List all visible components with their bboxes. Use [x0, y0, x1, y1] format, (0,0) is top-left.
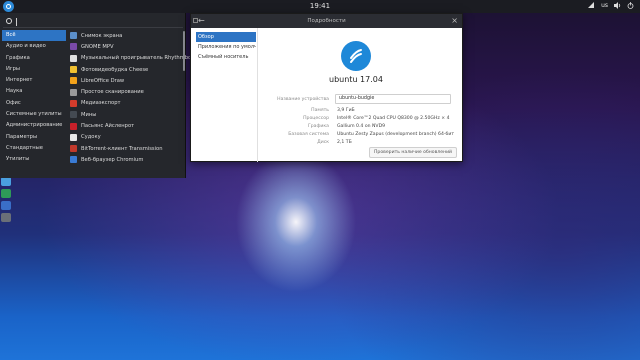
app-item[interactable]: Простое сканирование	[70, 86, 182, 97]
detail-value: Intel® Core™2 Quad CPU Q8300 @ 2.50GHz ×…	[337, 116, 450, 121]
chromium-icon	[70, 156, 77, 164]
draw-icon	[70, 77, 77, 85]
mpv-icon	[70, 43, 77, 51]
detail-value: Gallium 0.4 on NVD9	[337, 124, 386, 129]
dock-app-icon[interactable]	[1, 213, 11, 222]
power-icon[interactable]	[627, 2, 634, 9]
detail-label: Процессор	[303, 116, 329, 121]
menu-category[interactable]: Стандартные	[2, 143, 66, 154]
app-list: Снимок экрана GNOME MPV Музыкальный проигр…	[70, 30, 194, 166]
titlebar: ← Подробности ×	[191, 14, 462, 28]
detail-value: 3,9 ГиБ	[337, 108, 355, 113]
app-label: Фотовидеобудка Cheese	[81, 66, 149, 73]
keyboard-layout[interactable]: us	[601, 2, 608, 9]
app-item[interactable]: Судоку	[70, 132, 182, 143]
detail-label: Базовая система	[288, 132, 329, 137]
menu-category[interactable]: Утилиты	[2, 154, 66, 165]
app-item[interactable]: Музыкальный проигрыватель Rhythmbox	[70, 53, 194, 64]
solitaire-icon	[70, 122, 77, 130]
app-item[interactable]: GNOME MPV	[70, 41, 182, 52]
detail-value: Ubuntu Zesty Zapus (development branch) …	[337, 132, 455, 137]
sudoku-icon	[70, 133, 77, 141]
details-sidebar-item[interactable]: Обзор	[196, 32, 256, 42]
menu-category[interactable]: Интернет	[2, 75, 66, 86]
details-window: ← Подробности × ОбзорПриложения по умолч…	[190, 13, 463, 162]
dock-app-icon[interactable]	[1, 189, 11, 198]
screenshot-icon	[70, 32, 77, 40]
media-icon	[70, 99, 77, 107]
app-label: Мины	[81, 111, 97, 118]
app-label: Веб-браузер Chromium	[81, 156, 144, 163]
menu-category[interactable]: Параметры	[2, 132, 66, 143]
divider	[257, 28, 258, 162]
app-label: Медиаэкспорт	[81, 100, 121, 107]
application-menu: Всё Аудио и видео Графика Игры Интернет Наука…	[0, 13, 194, 178]
app-item[interactable]: LibreOffice Draw	[70, 75, 182, 86]
app-label: Пасьянс Айсленрот	[81, 123, 135, 130]
transmission-icon	[70, 145, 77, 153]
app-label: Простое сканирование	[81, 89, 144, 96]
detail-label: Память	[311, 108, 329, 113]
app-label: LibreOffice Draw	[81, 77, 125, 84]
top-panel: 19:41 us	[0, 0, 640, 13]
app-label: Снимок экрана	[81, 32, 123, 39]
app-item[interactable]: Фотовидеобудка Cheese	[70, 64, 182, 75]
rhythmbox-icon	[70, 54, 77, 62]
menu-category[interactable]: Наука	[2, 86, 66, 97]
menu-category[interactable]: Администрирование	[2, 120, 66, 131]
app-item[interactable]: Медиаэкспорт	[70, 98, 182, 109]
menu-category[interactable]: Графика	[2, 53, 66, 64]
cheese-icon	[70, 66, 77, 74]
scanner-icon	[70, 88, 77, 96]
os-name: ubuntu 17.04	[329, 75, 383, 84]
dock-app-icon[interactable]	[1, 201, 11, 210]
app-label: BitTorrent-клиент Transmission	[81, 145, 163, 152]
dock-app-icon[interactable]	[1, 177, 11, 186]
volume-icon[interactable]	[614, 2, 621, 9]
app-item[interactable]: Пасьянс Айсленрот	[70, 120, 182, 131]
network-icon[interactable]	[588, 2, 595, 9]
mines-icon	[70, 111, 77, 119]
category-list: Всё Аудио и видео Графика Игры Интернет Наука…	[2, 30, 66, 166]
menu-category[interactable]: Игры	[2, 64, 66, 75]
device-name-field[interactable]: ubuntu-budgie	[335, 94, 451, 104]
menu-category[interactable]: Аудио и видео	[2, 41, 66, 52]
app-label: Музыкальный проигрыватель Rhythmbox	[81, 55, 195, 62]
detail-label: Графика	[307, 124, 329, 129]
app-label: Судоку	[81, 134, 101, 141]
check-updates-button[interactable]: Проверить наличие обновлений	[369, 147, 457, 158]
window-title: Подробности	[307, 18, 346, 24]
ubuntu-budgie-logo-icon	[341, 41, 371, 71]
menu-category[interactable]: Системные утилиты	[2, 109, 66, 120]
details-sidebar-item[interactable]: Съёмный носитель	[196, 52, 256, 62]
details-sidebar: ОбзорПриложения по умолчаниюСъёмный носи…	[196, 32, 256, 62]
menu-category[interactable]: Офис	[2, 98, 66, 109]
app-item[interactable]: Снимок экрана	[70, 30, 182, 41]
app-label: GNOME MPV	[81, 43, 114, 50]
app-item[interactable]: Мины	[70, 109, 182, 120]
detail-label: Диск	[317, 140, 329, 145]
details-sidebar-item[interactable]: Приложения по умолчанию	[196, 42, 256, 52]
device-name-label: Название устройства	[277, 97, 329, 102]
system-tray: us	[588, 2, 634, 9]
clock[interactable]: 19:41	[0, 2, 640, 10]
menu-category[interactable]: Всё	[2, 30, 66, 42]
search-icon	[6, 18, 12, 24]
search-input[interactable]	[3, 16, 183, 28]
detail-value: 2,1 ТБ	[337, 140, 352, 145]
scrollbar[interactable]	[183, 31, 185, 71]
app-item[interactable]: Веб-браузер Chromium	[70, 154, 182, 165]
close-button[interactable]: ×	[451, 16, 458, 25]
text-caret	[16, 18, 17, 26]
app-item[interactable]: BitTorrent-клиент Transmission	[70, 143, 182, 154]
